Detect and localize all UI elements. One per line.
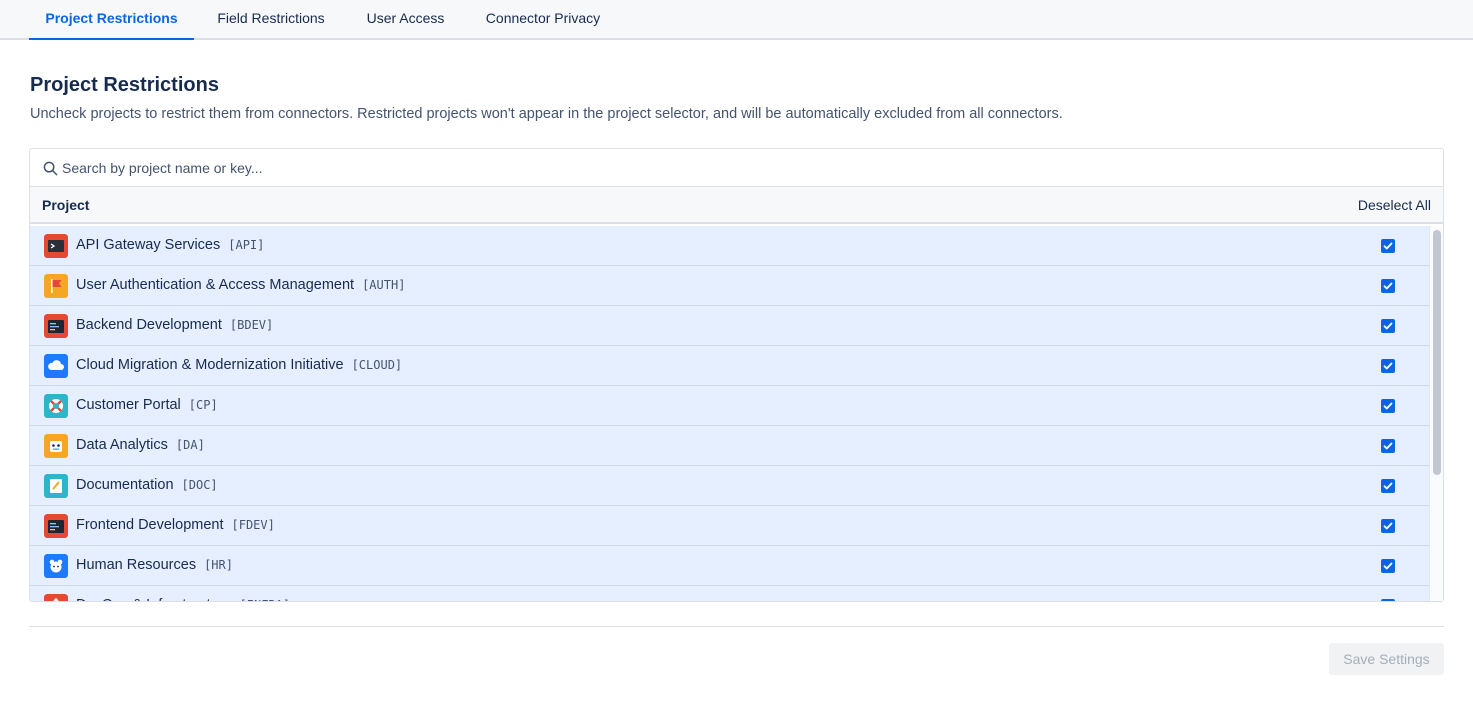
- table-row[interactable]: Data Analytics [DA]: [30, 426, 1429, 466]
- table-row[interactable]: API Gateway Services [API]: [30, 226, 1429, 266]
- project-key: [API]: [228, 238, 265, 252]
- project-checkbox[interactable]: [1381, 479, 1395, 493]
- project-name: API Gateway Services [API]: [76, 237, 264, 253]
- checkmark-icon: [1383, 442, 1393, 450]
- page-title: Project Restrictions: [30, 74, 219, 96]
- project-checkbox[interactable]: [1381, 559, 1395, 573]
- project-name: Customer Portal [CP]: [76, 397, 218, 413]
- checkmark-icon: [1383, 322, 1393, 330]
- deselect-all-button[interactable]: Deselect All: [1358, 197, 1431, 213]
- bear-icon: [44, 554, 68, 578]
- project-key: [DA]: [175, 438, 205, 452]
- tab-field-restrictions[interactable]: Field Restrictions: [199, 0, 343, 40]
- project-key: [CP]: [188, 398, 218, 412]
- project-checkbox[interactable]: [1381, 519, 1395, 533]
- checkmark-icon: [1383, 282, 1393, 290]
- project-name-text: API Gateway Services: [76, 237, 221, 253]
- table-row[interactable]: Frontend Development [FDEV]: [30, 506, 1429, 546]
- project-name-text: Backend Development: [76, 317, 222, 333]
- project-key: [CLOUD]: [351, 358, 403, 372]
- project-name: User Authentication & Access Management […: [76, 277, 405, 293]
- project-name: Documentation [DOC]: [76, 477, 218, 493]
- project-name: Frontend Development [FDEV]: [76, 517, 275, 533]
- project-key: [DOC]: [181, 478, 218, 492]
- project-checkbox[interactable]: [1381, 319, 1395, 333]
- code-window-icon: [44, 314, 68, 338]
- project-name-text: Documentation: [76, 477, 174, 493]
- column-header-project: Project: [42, 197, 90, 213]
- code-window-icon: [44, 514, 68, 538]
- project-checkbox[interactable]: [1381, 359, 1395, 373]
- lifebuoy-icon: [44, 394, 68, 418]
- table-row[interactable]: User Authentication & Access Management […: [30, 266, 1429, 306]
- table-row[interactable]: Cloud Migration & Modernization Initiati…: [30, 346, 1429, 386]
- scrollbar[interactable]: [1429, 226, 1443, 601]
- project-key: [FDEV]: [231, 518, 275, 532]
- project-name: DevOps & Infrastructure [INFRA]: [76, 597, 291, 601]
- project-checkbox[interactable]: [1381, 279, 1395, 293]
- project-name-text: Human Resources: [76, 557, 197, 573]
- table-header: Project Deselect All: [30, 187, 1443, 224]
- terminal-icon: [44, 234, 68, 258]
- project-key: [AUTH]: [362, 278, 406, 292]
- rocket-icon: [44, 594, 68, 601]
- footer-divider: [29, 626, 1444, 627]
- page-description: Uncheck projects to restrict them from c…: [30, 106, 1063, 122]
- project-key: [BDEV]: [229, 318, 274, 332]
- search-input[interactable]: [62, 149, 1422, 187]
- scrollbar-thumb[interactable]: [1433, 230, 1441, 475]
- project-checkbox[interactable]: [1381, 239, 1395, 253]
- notepad-icon: [44, 474, 68, 498]
- project-name-text: Cloud Migration & Modernization Initiati…: [76, 357, 344, 373]
- checkmark-icon: [1383, 522, 1393, 530]
- tab-project-restrictions[interactable]: Project Restrictions: [29, 0, 194, 40]
- project-name-text: Customer Portal: [76, 397, 181, 413]
- project-name: Cloud Migration & Modernization Initiati…: [76, 357, 402, 373]
- project-checkbox[interactable]: [1381, 439, 1395, 453]
- table-row[interactable]: DevOps & Infrastructure [INFRA]: [30, 586, 1429, 602]
- project-name: Data Analytics [DA]: [76, 437, 205, 453]
- search-icon: [43, 161, 58, 176]
- checkmark-icon: [1383, 242, 1393, 250]
- project-name-text: Data Analytics: [76, 437, 168, 453]
- project-checkbox[interactable]: [1381, 399, 1395, 413]
- table-row[interactable]: Customer Portal [CP]: [30, 386, 1429, 426]
- tab-bar: Project Restrictions Field Restrictions …: [0, 0, 1473, 40]
- checkmark-icon: [1383, 482, 1393, 490]
- project-key: [INFRA]: [240, 598, 291, 601]
- project-list: API Gateway Services [API] User Authentica…: [30, 226, 1429, 602]
- project-name: Human Resources [HR]: [76, 557, 233, 573]
- checkmark-icon: [1383, 601, 1393, 602]
- checkmark-icon: [1383, 402, 1393, 410]
- project-key: [HR]: [204, 558, 233, 572]
- table-row[interactable]: Backend Development [BDEV]: [30, 306, 1429, 346]
- project-table-panel: Project Deselect All API Gateway Service…: [29, 148, 1444, 602]
- search-bar: [30, 149, 1443, 187]
- table-row[interactable]: Documentation [DOC]: [30, 466, 1429, 506]
- project-name: Backend Development [BDEV]: [76, 317, 273, 333]
- project-name-text: User Authentication & Access Management: [76, 277, 355, 293]
- cloud-icon: [44, 354, 68, 378]
- tab-connector-privacy[interactable]: Connector Privacy: [470, 0, 616, 40]
- checkmark-icon: [1383, 362, 1393, 370]
- checkmark-icon: [1383, 562, 1393, 570]
- project-name-text: DevOps & Infrastructure: [76, 597, 232, 601]
- flag-icon: [44, 274, 68, 298]
- save-settings-button[interactable]: Save Settings: [1329, 643, 1444, 675]
- tab-user-access[interactable]: User Access: [350, 0, 461, 40]
- project-checkbox[interactable]: [1381, 599, 1395, 602]
- table-row[interactable]: Human Resources [HR]: [30, 546, 1429, 586]
- project-name-text: Frontend Development: [76, 517, 224, 533]
- robot-icon: [44, 434, 68, 458]
